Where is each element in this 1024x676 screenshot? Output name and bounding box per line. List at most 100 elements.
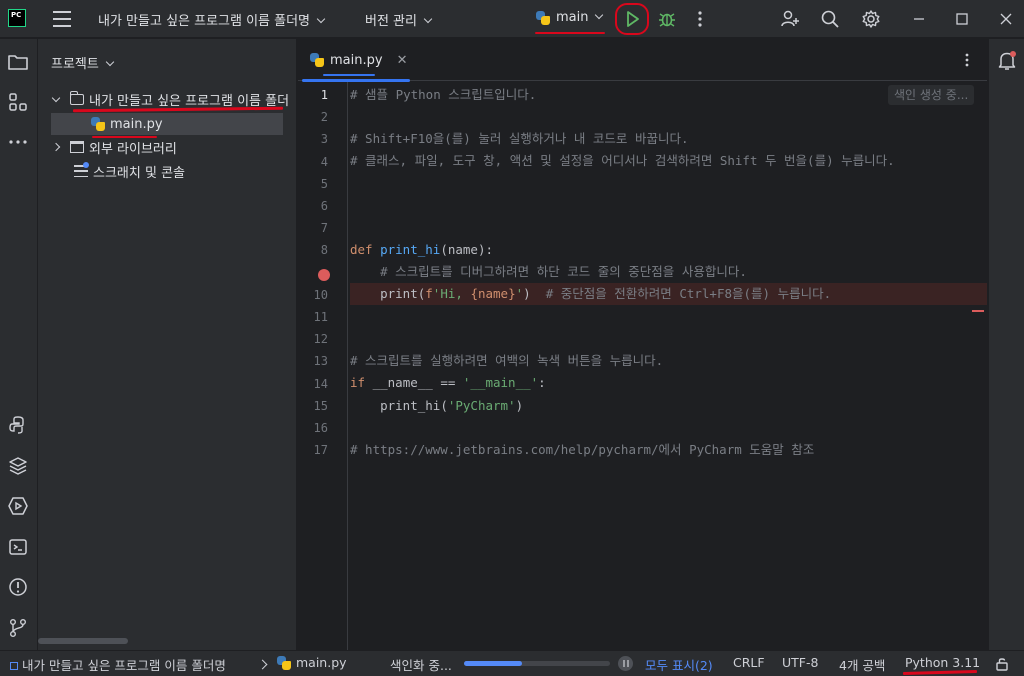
horizontal-scrollbar[interactable] [38, 638, 128, 644]
line-number: 5 [320, 176, 328, 191]
chevron-down-icon [595, 10, 604, 19]
line-number: 8 [320, 243, 328, 258]
code-comment: # 클래스, 파일, 도구 창, 액션 및 설정을 어디서나 검색하려면 Shi… [350, 153, 895, 168]
line-number: 12 [313, 332, 328, 347]
tab-close-icon[interactable]: ✕ [397, 53, 408, 68]
code-line-7[interactable]: def print_hi(name): [350, 239, 987, 261]
code-fstring-expr: {name} [470, 286, 516, 301]
project-name-dropdown[interactable]: 내가 만들고 싶은 프로그램 이름 폴더명 [98, 10, 326, 29]
line-ending-selector[interactable]: CRLF [733, 655, 765, 670]
interpreter-selector[interactable]: Python 3.11 [905, 655, 980, 670]
indexing-progress-fill [464, 661, 523, 666]
project-panel: 프로젝트 내가 만들고 싶은 프로그램 이름 폴더 main.py 외부 라이브… [38, 39, 297, 650]
line-number: 1 [320, 88, 328, 102]
annotation-underline [535, 32, 605, 34]
indent-selector[interactable]: 4개 공백 [839, 655, 885, 674]
folder-icon [69, 90, 84, 105]
code-line-14[interactable]: print_hi('PyCharm') [350, 395, 987, 417]
code-line-3[interactable]: # Shift+F10을(를) 눌러 실행하거나 내 코드로 바꿉니다. [350, 128, 987, 150]
code-comment: # 스크립트를 실행하려면 여백의 녹색 버튼을 누릅니다. [350, 353, 664, 368]
annotation-underline [323, 74, 375, 76]
collapse-arrow-icon[interactable] [51, 142, 61, 152]
line-number: 4 [320, 154, 328, 169]
file-label: main.py [110, 116, 163, 132]
more-vertical-icon[interactable] [693, 9, 707, 29]
external-libs-label: 외부 라이브러리 [89, 141, 177, 157]
more-horizontal-icon[interactable] [7, 131, 29, 153]
line-number: 3 [320, 132, 328, 147]
show-all-processes-link[interactable]: 모두 표시(2) [645, 655, 713, 674]
line-number: 11 [313, 310, 328, 324]
tree-file-main-py[interactable]: main.py [51, 113, 283, 135]
python-file-icon [277, 655, 291, 670]
error-stripe-marker[interactable] [972, 310, 984, 312]
project-panel-title[interactable]: 프로젝트 [51, 53, 115, 72]
code-text: ) [515, 398, 524, 413]
vcs-label: 버전 관리 [365, 14, 417, 29]
status-bar: 내가 만들고 싶은 프로그램 이름 폴더명 main.py 색인화 중... 모… [0, 650, 1024, 676]
code-line-16[interactable]: # https://www.jetbrains.com/help/pycharm… [350, 439, 987, 461]
notification-bell-icon[interactable] [997, 50, 1017, 72]
code-text: (name): [440, 242, 494, 257]
more-vertical-icon[interactable] [964, 52, 970, 68]
project-name-label: 내가 만들고 싶은 프로그램 이름 폴더명 [98, 14, 311, 29]
code-line-13[interactable]: if __name__ == '__main__': [350, 372, 987, 394]
code-keyword: if [350, 375, 366, 390]
annotation-underline [92, 136, 157, 138]
indexing-status: 색인화 중... [390, 658, 452, 673]
code-keyword: def [350, 242, 373, 257]
lock-icon[interactable] [995, 656, 1009, 671]
python-file-icon [310, 53, 324, 67]
gear-icon[interactable] [861, 9, 881, 29]
code-text: print_hi( [380, 398, 448, 413]
structure-icon[interactable] [7, 91, 29, 113]
encoding-selector[interactable]: UTF-8 [782, 655, 818, 670]
breadcrumb-file[interactable]: main.py [277, 655, 347, 670]
breakpoint-icon[interactable] [318, 268, 330, 281]
search-icon[interactable] [820, 9, 840, 29]
run-config-label: main [556, 10, 589, 25]
problems-icon[interactable] [7, 576, 29, 598]
services-icon[interactable] [7, 495, 29, 517]
python-file-icon [91, 117, 105, 131]
pause-icon[interactable] [618, 656, 633, 671]
breadcrumb[interactable]: 내가 만들고 싶은 프로그램 이름 폴더명 [10, 655, 226, 674]
project-panel-title-label: 프로젝트 [51, 57, 99, 72]
code-line-9[interactable]: print(f'Hi, {name}') # 중단점을 전환하려면 Ctrl+F… [350, 283, 987, 305]
line-number: 6 [320, 199, 328, 213]
python-console-icon[interactable] [7, 414, 29, 436]
indexing-progress-bar [464, 661, 610, 666]
close-icon[interactable] [996, 9, 1016, 29]
vcs-dropdown[interactable]: 버전 관리 [365, 10, 433, 29]
layers-icon[interactable] [7, 455, 29, 477]
debug-bug-icon[interactable] [657, 9, 677, 29]
breadcrumb-separator-icon [257, 659, 268, 670]
tree-external-libraries[interactable]: 외부 라이브러리 [51, 136, 177, 158]
expand-arrow-icon[interactable] [51, 93, 61, 102]
chevron-down-icon [105, 57, 115, 67]
code-comment: # 중단점을 전환하려면 Ctrl+F8을(를) 누릅니다. [545, 286, 832, 301]
line-number: 14 [313, 376, 328, 391]
terminal-icon[interactable] [7, 536, 29, 558]
git-icon[interactable] [7, 617, 29, 639]
minimize-icon[interactable] [909, 9, 929, 29]
code-line-1[interactable]: # 샘플 Python 스크립트입니다. [350, 84, 987, 106]
module-icon [10, 662, 18, 670]
chevron-down-icon [423, 14, 433, 24]
code-line-12[interactable]: # 스크립트를 실행하려면 여백의 녹색 버튼을 누릅니다. [350, 350, 987, 372]
line-number-gutter[interactable]: 1 2 3 4 5 6 7 8 10 11 12 13 14 15 16 17 [298, 82, 348, 650]
chevron-down-icon [316, 14, 326, 24]
code-editor: main.py ✕ 1 2 3 4 5 6 7 8 10 11 12 13 14 15 16 17 색인 생성… [298, 39, 987, 650]
folder-icon[interactable] [7, 51, 29, 73]
tree-scratches[interactable]: 스크래치 및 콘솔 [74, 160, 185, 182]
line-number: 16 [313, 421, 328, 435]
maximize-icon[interactable] [952, 9, 972, 29]
tab-label: main.py [330, 52, 383, 68]
add-user-icon[interactable] [780, 9, 800, 29]
run-config-dropdown[interactable]: main [536, 10, 604, 25]
code-string: 'PyCharm' [447, 398, 516, 413]
code-line-4[interactable]: # 클래스, 파일, 도구 창, 액션 및 설정을 어디서나 검색하려면 Shi… [350, 150, 987, 172]
menu-icon[interactable] [53, 11, 71, 27]
line-number: 13 [313, 354, 328, 369]
code-line-8[interactable]: # 스크립트를 디버그하려면 하단 코드 줄의 중단점을 사용합니다. [350, 261, 987, 283]
